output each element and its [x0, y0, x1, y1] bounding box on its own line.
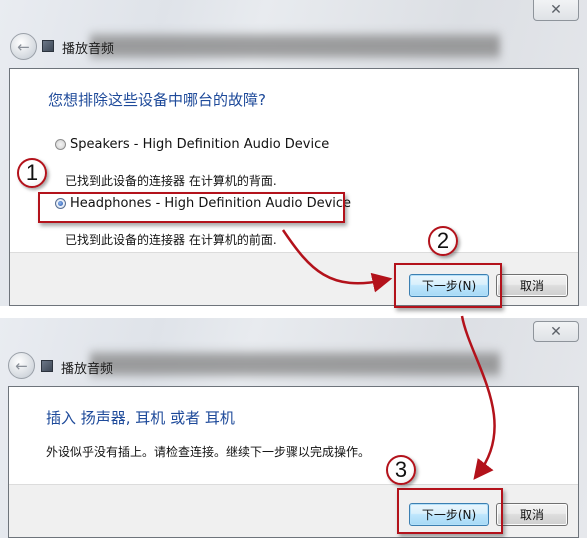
back-arrow-icon: ←	[15, 356, 28, 375]
option-speakers[interactable]: Speakers - High Definition Audio Device	[55, 137, 329, 152]
step-badge-1: 1	[17, 158, 47, 188]
highlight-next-button-2	[397, 488, 503, 534]
page-heading: 您想排除这些设备中哪台的故障?	[48, 91, 266, 109]
step-badge-2: 2	[428, 226, 458, 256]
close-button[interactable]: ✕	[533, 0, 579, 21]
audio-troubleshooter-icon	[41, 360, 53, 372]
step-badge-3: 3	[386, 455, 416, 485]
highlight-headphones-option	[38, 192, 345, 223]
option-headphones-description: 已找到此设备的连接器 在计算机的前面.	[65, 233, 277, 247]
back-button[interactable]: ←	[8, 352, 35, 379]
close-icon: ✕	[550, 2, 562, 18]
option-speakers-description: 已找到此设备的连接器 在计算机的背面.	[65, 174, 277, 188]
troubleshoot-dialog-device-select: ✕ ← 播放音频 您想排除这些设备中哪台的故障? Speakers - High…	[0, 0, 587, 306]
page-heading: 插入 扬声器, 耳机 或者 耳机	[46, 409, 235, 427]
option-speakers-label: Speakers - High Definition Audio Device	[70, 137, 330, 152]
audio-troubleshooter-icon	[42, 40, 54, 52]
back-arrow-icon: ←	[17, 37, 30, 56]
window-title: 播放音频	[61, 362, 114, 377]
close-icon: ✕	[550, 323, 562, 340]
back-button[interactable]: ←	[10, 33, 37, 60]
close-button[interactable]: ✕	[533, 321, 579, 342]
title-shadow	[90, 348, 500, 380]
highlight-next-button-1	[394, 263, 502, 308]
radio-speakers[interactable]	[55, 139, 66, 150]
window-title: 播放音频	[62, 42, 115, 57]
title-shadow	[90, 30, 500, 62]
cancel-button[interactable]: 取消	[496, 274, 568, 297]
cancel-button[interactable]: 取消	[496, 503, 568, 526]
status-message: 外设似乎没有插上。请检查连接。继续下一步骤以完成操作。	[46, 445, 371, 459]
